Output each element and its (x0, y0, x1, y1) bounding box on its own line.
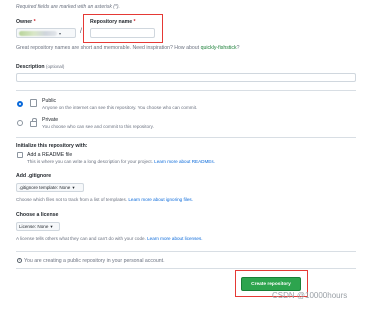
lock-icon (30, 118, 37, 127)
divider (16, 251, 356, 252)
divider (16, 137, 356, 138)
readme-description: This is where you can write a long descr… (27, 159, 215, 164)
add-readme-label: Add a README file (27, 152, 73, 158)
chevron-down-icon: ▾ (72, 184, 75, 190)
gitignore-heading: Add .gitignore (16, 173, 52, 179)
chevron-down-icon: ▾ (50, 223, 53, 229)
create-repository-form: Required fields are marked with an aster… (0, 0, 365, 309)
owner-label: Owner * (16, 19, 36, 25)
owner-select[interactable]: ▾ (16, 28, 76, 38)
owner-avatar-redacted (19, 30, 57, 36)
learn-more-readme-link[interactable]: Learn more about READMEs. (154, 159, 215, 164)
license-heading: Choose a license (16, 212, 59, 218)
private-option: Private You choose who can see and commi… (42, 117, 154, 129)
owner-repo-separator: / (80, 28, 82, 35)
description-label: Description (optional) (16, 64, 65, 70)
license-select[interactable]: License: None ▾ (16, 222, 60, 231)
private-description: You choose who can see and commit to thi… (42, 123, 154, 129)
add-readme-checkbox[interactable] (17, 152, 23, 158)
chevron-down-icon: ▾ (59, 30, 62, 36)
learn-more-ignoring-files-link[interactable]: Learn more about ignoring files. (128, 197, 193, 202)
learn-more-licenses-link[interactable]: Learn more about licenses. (147, 236, 202, 241)
repository-name-suggestion: Great repository names are short and mem… (16, 45, 240, 51)
private-radio[interactable] (17, 120, 23, 126)
required-fields-note: Required fields are marked with an aster… (16, 4, 120, 10)
info-icon: i (17, 258, 22, 263)
gitignore-template-select[interactable]: .gitignore template: None ▾ (16, 183, 84, 192)
gitignore-description: Choose which files not to track from a l… (16, 197, 193, 202)
initialize-heading: Initialize this repository with: (16, 143, 88, 149)
public-repository-notice: You are creating a public repository in … (24, 258, 165, 264)
repository-name-highlight-box (83, 14, 163, 43)
watermark: CSDN @10000hours (272, 291, 348, 300)
repo-book-icon (30, 99, 37, 107)
public-radio[interactable] (17, 101, 23, 107)
description-input[interactable] (16, 73, 356, 82)
divider (16, 90, 356, 91)
suggested-name-link[interactable]: quickly-fishstick (201, 45, 237, 51)
public-description: Anyone on the internet can see this repo… (42, 104, 198, 110)
public-option: Public Anyone on the internet can see th… (42, 98, 197, 110)
divider (16, 268, 356, 269)
license-description: A license tells others what they can and… (16, 236, 203, 241)
